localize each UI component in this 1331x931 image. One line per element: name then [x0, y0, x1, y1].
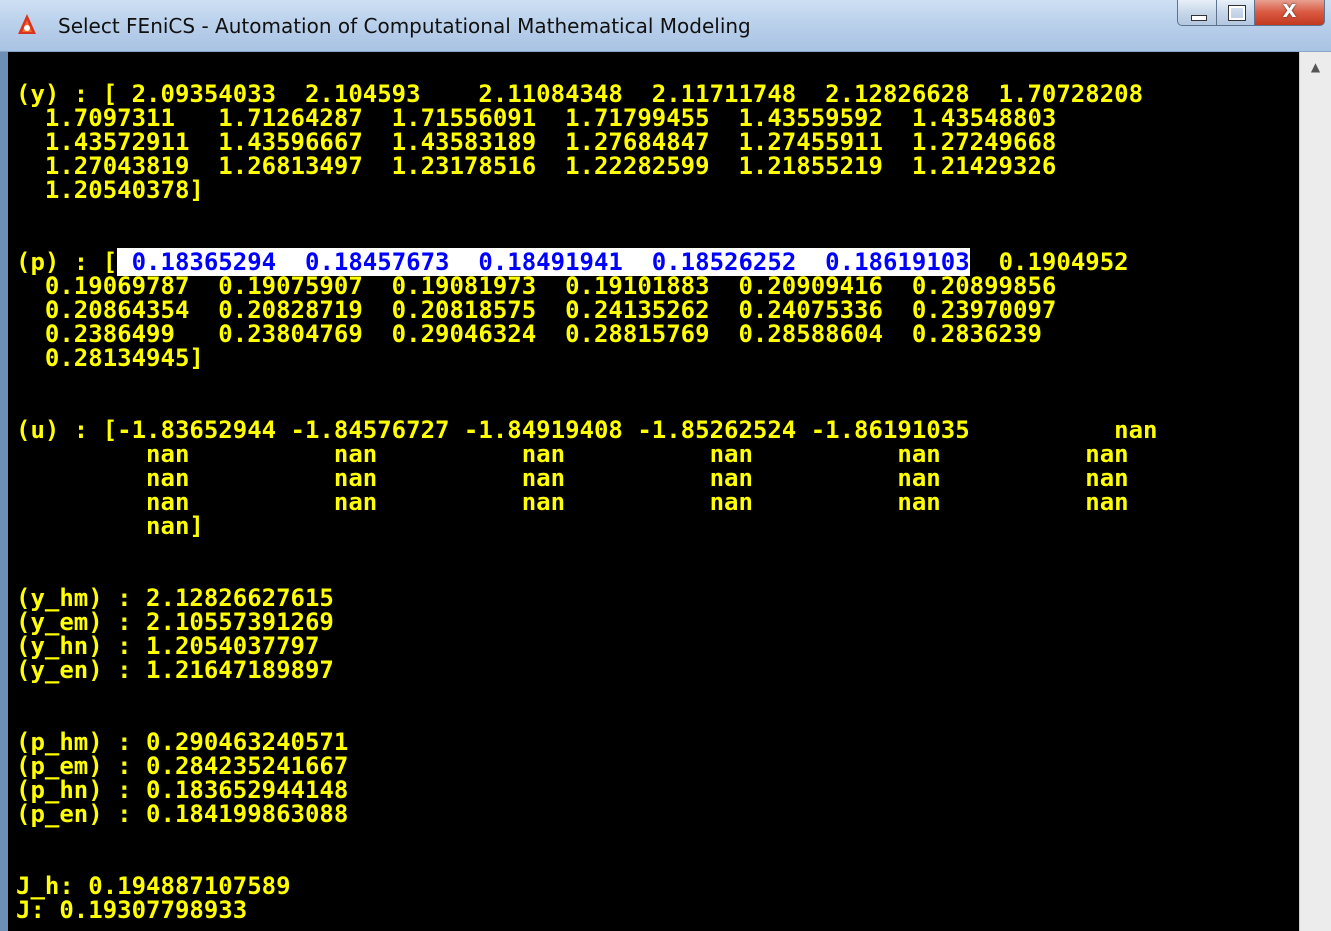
title-bar[interactable]: Select FEniCS - Automation of Computatio… — [0, 0, 1331, 52]
console-line: nan nan nan nan nan nan — [16, 490, 1158, 514]
console-text-segment: 0.28134945] — [16, 344, 204, 372]
close-button[interactable]: X — [1255, 0, 1325, 26]
console-line: (p_hm) : 0.290463240571 — [16, 730, 1158, 754]
console-line: J_h: 0.194887107589 — [16, 874, 1158, 898]
minimize-icon — [1191, 15, 1207, 21]
console-line: (p) : [ 0.18365294 0.18457673 0.18491941… — [16, 248, 1158, 276]
console-line: (y_em) : 2.10557391269 — [16, 610, 1158, 634]
console-line: nan nan nan nan nan nan — [16, 442, 1158, 466]
console-line: (u) : [-1.83652944 -1.84576727 -1.849194… — [16, 418, 1158, 442]
console-line: (p_hn) : 0.183652944148 — [16, 778, 1158, 802]
scroll-up-arrow-icon[interactable]: ▲ — [1300, 52, 1331, 82]
console-line: 1.20540378] — [16, 178, 1158, 202]
console-line: 0.2386499 0.23804769 0.29046324 0.288157… — [16, 322, 1158, 346]
console-text-segment: (y_en) : 1.21647189897 — [16, 656, 334, 684]
console-line: (y_en) : 1.21647189897 — [16, 658, 1158, 682]
console-line: (y_hm) : 2.12826627615 — [16, 586, 1158, 610]
window-title: Select FEniCS - Automation of Computatio… — [58, 14, 751, 38]
console-text: (y) : [ 2.09354033 2.104593 2.11084348 2… — [16, 82, 1158, 922]
console-line: nan] — [16, 514, 1158, 538]
console-line: (p_em) : 0.284235241667 — [16, 754, 1158, 778]
console-line: (p_en) : 0.184199863088 — [16, 802, 1158, 826]
console-line: J: 0.19307798933 — [16, 898, 1158, 922]
console-text-segment: nan] — [16, 512, 204, 540]
console-text-segment: 1.20540378] — [16, 176, 204, 204]
close-icon: X — [1282, 1, 1297, 22]
maximize-button[interactable] — [1217, 0, 1255, 26]
console-line: 0.19069787 0.19075907 0.19081973 0.19101… — [16, 274, 1158, 298]
console-line: 1.27043819 1.26813497 1.23178516 1.22282… — [16, 154, 1158, 178]
vertical-scrollbar[interactable]: ▲ — [1299, 52, 1331, 931]
minimize-button[interactable] — [1177, 0, 1217, 26]
console-text-segment: J: 0.19307798933 — [16, 896, 248, 924]
fenics-logo-icon — [18, 14, 36, 34]
console-line: 0.20864354 0.20828719 0.20818575 0.24135… — [16, 298, 1158, 322]
console-line: 0.28134945] — [16, 346, 1158, 370]
maximize-icon — [1228, 5, 1246, 21]
console-line: (y) : [ 2.09354033 2.104593 2.11084348 2… — [16, 82, 1158, 106]
console-line: (y_hn) : 1.2054037797 — [16, 634, 1158, 658]
console-line: 1.7097311 1.71264287 1.71556091 1.717994… — [16, 106, 1158, 130]
window-controls: X — [1177, 0, 1325, 30]
console-text-segment: (p_en) : 0.184199863088 — [16, 800, 349, 828]
console-line: 1.43572911 1.43596667 1.43583189 1.27684… — [16, 130, 1158, 154]
console-window: Select FEniCS - Automation of Computatio… — [0, 0, 1331, 931]
console-output-area[interactable]: (y) : [ 2.09354033 2.104593 2.11084348 2… — [8, 52, 1299, 931]
console-line: nan nan nan nan nan nan — [16, 466, 1158, 490]
